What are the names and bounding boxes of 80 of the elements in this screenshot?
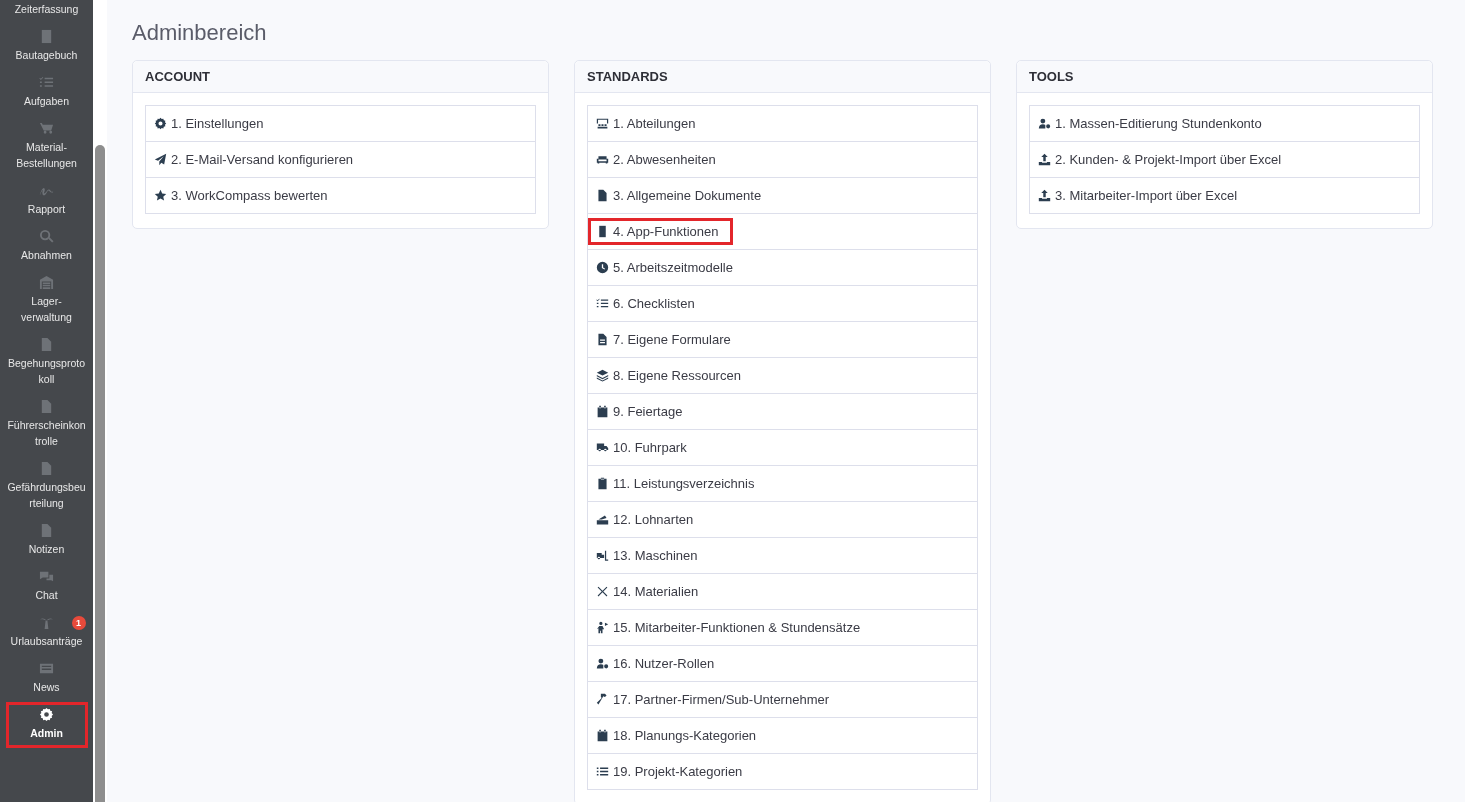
warehouse-icon [39,275,54,290]
sidebar-item[interactable]: Aufgaben [5,70,88,116]
admin-link[interactable]: 2. Kunden- & Projekt-Import über Excel [1030,141,1419,177]
chat-icon [39,569,54,584]
file-icon [39,337,54,352]
file-icon [39,399,54,414]
user-gear-icon [1038,117,1051,130]
admin-link[interactable]: 8. Eigene Ressourcen [588,357,977,393]
upload-icon [1038,153,1051,166]
admin-link[interactable]: 3. Allgemeine Dokumente [588,177,977,213]
admin-link[interactable]: 1. Massen-Editierung Stundenkonto [1030,106,1419,141]
book-icon [39,29,54,44]
paper-plane-icon [154,153,167,166]
form-icon [596,333,609,346]
admin-link[interactable]: 9. Feiertage [588,393,977,429]
admin-link[interactable]: 2. E-Mail-Versand konfigurieren [146,141,535,177]
people-icon [596,117,609,130]
scrollbar-thumb[interactable] [95,145,105,802]
search-icon [39,229,54,244]
gear-icon [39,707,54,722]
admin-link[interactable]: 12. Lohnarten [588,501,977,537]
checklist-icon [596,297,609,310]
admin-link[interactable]: 7. Eigene Formulare [588,321,977,357]
admin-link[interactable]: 10. Fuhrpark [588,429,977,465]
file-icon [39,461,54,476]
clock-icon [596,261,609,274]
sidebar-item[interactable]: Zeiterfassung [5,0,88,24]
newspaper-icon [39,661,54,676]
star-icon [154,189,167,202]
sofa-icon [596,153,609,166]
upload-icon [1038,189,1051,202]
gear-icon [154,117,167,130]
admin-link[interactable]: 3. Mitarbeiter-Import über Excel [1030,177,1419,213]
phone-icon [596,225,609,238]
admin-link[interactable]: 13. Maschinen [588,537,977,573]
admin-link[interactable]: 19. Projekt-Kategorien [588,753,977,789]
hammer-icon [596,693,609,706]
card-title: STANDARDS [587,69,668,84]
file-icon [39,523,54,538]
card-title: TOOLS [1029,69,1074,84]
admin-link[interactable]: 17. Partner-Firmen/Sub-Unternehmer [588,681,977,717]
calendar-icon [596,729,609,742]
page-title: Adminbereich [132,20,268,46]
sidebar-item[interactable]: Notizen [5,518,88,564]
checklist-icon [39,75,54,90]
sidebar-item[interactable]: Führerscheinkontrolle [5,394,88,456]
admin-link[interactable]: 16. Nutzer-Rollen [588,645,977,681]
admin-link[interactable]: 4. App-Funktionen [588,213,977,249]
sidebar-item[interactable]: Admin [5,702,88,748]
admin-link[interactable]: 18. Planungs-Kategorien [588,717,977,753]
layers-icon [596,369,609,382]
admin-link[interactable]: 1. Abteilungen [588,106,977,141]
card-title: ACCOUNT [145,69,210,84]
sidebar-item[interactable]: Lager-verwaltung [5,270,88,332]
admin-link[interactable]: 6. Checklisten [588,285,977,321]
sidebar-item[interactable]: Urlaubsanträge 1 [5,610,88,656]
admin-link[interactable]: 3. WorkCompass bewerten [146,177,535,213]
admin-link[interactable]: 1. Einstellungen [146,106,535,141]
user-gear-icon [596,657,609,670]
truck-icon [596,441,609,454]
admin-link[interactable]: 15. Mitarbeiter-Funktionen & Stundensätze [588,609,977,645]
list-icon [596,765,609,778]
sidebar-item[interactable]: Bautagebuch [5,24,88,70]
admin-link[interactable]: 11. Leistungsverzeichnis [588,465,977,501]
clipboard-icon [596,477,609,490]
sidebar-item[interactable]: Chat [5,564,88,610]
person-icon [596,621,609,634]
file-icon [596,189,609,202]
sidebar-item[interactable]: Material-Bestellungen [5,116,88,178]
admin-link[interactable]: 14. Materialien [588,573,977,609]
sidebar-item[interactable]: Begehungsprotokoll [5,332,88,394]
sidebar-item[interactable]: Abnahmen [5,224,88,270]
admin-link[interactable]: 5. Arbeitszeitmodelle [588,249,977,285]
cart-icon [39,121,54,136]
notification-badge: 1 [71,616,86,630]
calendar-icon [596,405,609,418]
sidebar-item[interactable]: News [5,656,88,702]
admin-link[interactable]: 2. Abwesenheiten [588,141,977,177]
sidebar-item[interactable]: Gefährdungsbeurteilung [5,456,88,518]
sidebar-item[interactable]: Rapport [5,178,88,224]
